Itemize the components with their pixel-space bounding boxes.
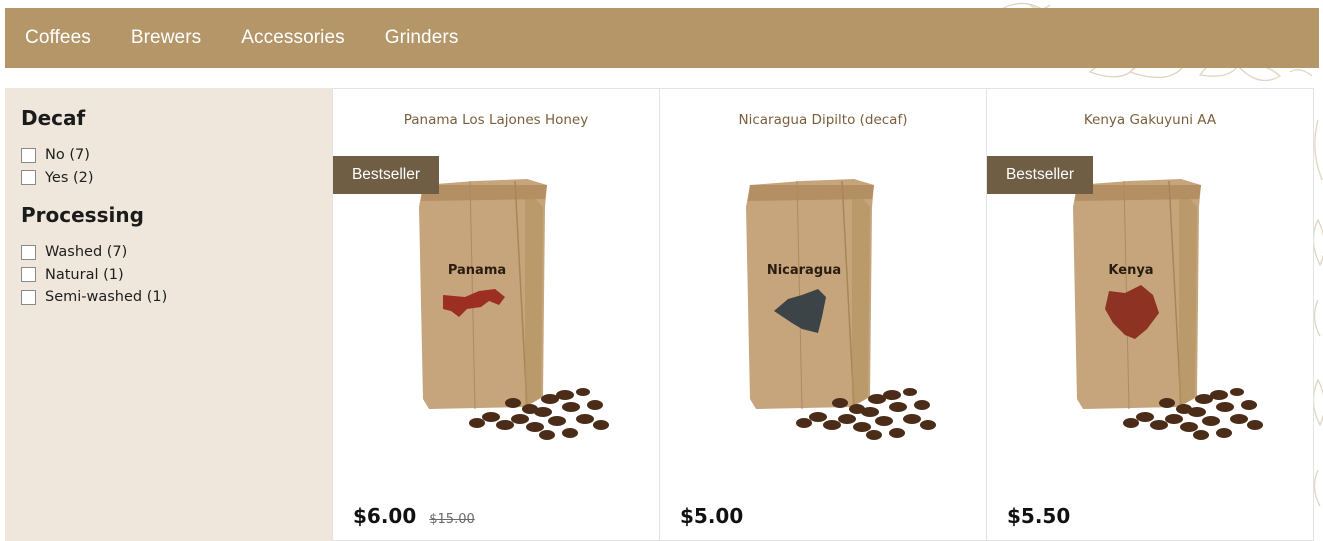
bag-label: Kenya: [1108, 263, 1153, 278]
filter-option-natural[interactable]: Natural (1): [21, 264, 316, 287]
coffee-bag-image[interactable]: Kenya: [1049, 177, 1269, 447]
checkbox[interactable]: [21, 267, 36, 283]
coffee-bag-image[interactable]: Nicaragua: [722, 177, 942, 447]
checkbox[interactable]: [21, 244, 36, 260]
coffee-bag-image[interactable]: Panama: [395, 177, 615, 447]
filter-option-decaf-yes[interactable]: Yes (2): [21, 167, 316, 190]
product-card-panama[interactable]: Panama Los Lajones Honey Bestseller Pana…: [332, 88, 660, 541]
price-row: $5.00: [680, 504, 743, 528]
product-grid: Panama Los Lajones Honey Bestseller Pana…: [332, 88, 1317, 541]
filter-option-decaf-no[interactable]: No (7): [21, 144, 316, 167]
filter-title-processing: Processing: [21, 203, 144, 227]
price-row: $5.50: [1007, 504, 1070, 528]
filter-option-semi-washed[interactable]: Semi-washed (1): [21, 286, 316, 309]
original-price: $15.00: [429, 512, 475, 527]
price-row: $6.00 $15.00: [353, 504, 475, 528]
filter-sidebar: Decaf No (7) Yes (2) Processing Washed (…: [5, 88, 332, 541]
product-title[interactable]: Panama Los Lajones Honey: [333, 112, 659, 128]
product-price: $5.00: [680, 504, 744, 528]
nav-item-brewers[interactable]: Brewers: [131, 27, 201, 49]
product-card-kenya[interactable]: Kenya Gakuyuni AA Bestseller Kenya $5.50: [986, 88, 1314, 541]
product-price: $6.00: [353, 504, 417, 528]
filter-title-decaf: Decaf: [21, 106, 86, 130]
product-price: $5.50: [1007, 504, 1071, 528]
filter-option-label: Washed (7): [45, 244, 128, 261]
product-title[interactable]: Kenya Gakuyuni AA: [987, 112, 1313, 128]
main-nav: Coffees Brewers Accessories Grinders: [5, 8, 1319, 68]
filter-group-decaf: Decaf No (7) Yes (2): [21, 106, 316, 189]
bestseller-badge: Bestseller: [987, 156, 1093, 194]
checkbox[interactable]: [21, 147, 36, 163]
filter-option-label: Natural (1): [45, 266, 124, 283]
checkbox[interactable]: [21, 289, 36, 305]
nav-item-grinders[interactable]: Grinders: [385, 27, 459, 49]
bestseller-badge: Bestseller: [333, 156, 439, 194]
nav-item-accessories[interactable]: Accessories: [241, 27, 345, 49]
filter-option-label: Yes (2): [45, 169, 94, 186]
nav-item-coffees[interactable]: Coffees: [25, 27, 91, 49]
product-title[interactable]: Nicaragua Dipilto (decaf): [660, 112, 986, 128]
filter-option-label: Semi-washed (1): [45, 289, 168, 306]
bag-label: Panama: [448, 263, 506, 278]
filter-option-label: No (7): [45, 147, 90, 164]
filter-option-washed[interactable]: Washed (7): [21, 241, 316, 264]
bag-label: Nicaragua: [767, 263, 841, 278]
checkbox[interactable]: [21, 170, 36, 186]
product-card-nicaragua[interactable]: Nicaragua Dipilto (decaf) Nicaragua $5.0…: [659, 88, 987, 541]
filter-group-processing: Processing Washed (7) Natural (1) Semi-w…: [21, 203, 316, 309]
